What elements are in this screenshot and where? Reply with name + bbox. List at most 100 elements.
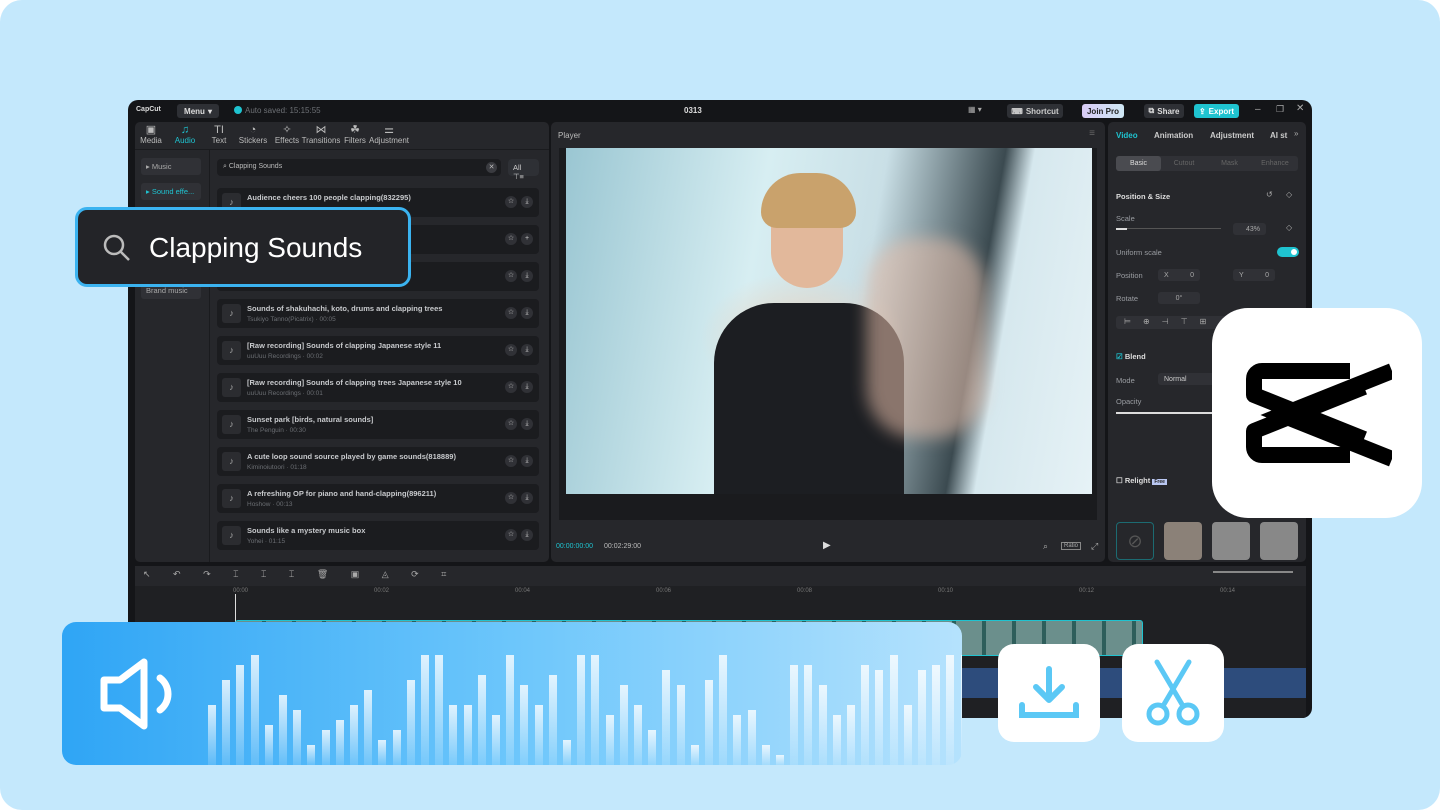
props-tab[interactable]: Video [1116, 131, 1138, 140]
waveform-bar [918, 670, 926, 765]
tab-label: Adjustment [369, 136, 410, 145]
waveform-bar [605, 715, 614, 765]
props-tab[interactable]: AI st [1270, 131, 1287, 140]
opacity-slider[interactable] [1116, 412, 1216, 414]
favorite-icon[interactable]: ☆ [505, 307, 517, 319]
no-relight-option[interactable]: ⊘ [1116, 522, 1154, 560]
favorite-icon[interactable]: ☆ [505, 196, 517, 208]
download-icon[interactable]: ⤓ [521, 455, 533, 467]
chevron-down-icon: ▾ [207, 106, 212, 116]
download-icon[interactable]: ⤓ [521, 529, 533, 541]
scale-slider[interactable] [1116, 228, 1221, 230]
layout-icon[interactable]: ▦ ▾ [968, 105, 982, 114]
sound-item[interactable]: ♪ A refreshing OP for piano and hand-clap… [217, 484, 539, 513]
tab-label: Stickers [238, 136, 268, 145]
fullscreen-icon[interactable]: ⤢ [1091, 541, 1098, 552]
position-label: Position [1116, 271, 1143, 280]
maximize-icon[interactable]: ❐ [1276, 104, 1284, 115]
share-button[interactable]: ⧉ Share [1144, 104, 1184, 118]
subtabs: Basic Cutout Mask Enhance [1116, 156, 1298, 171]
favorite-icon[interactable]: ☆ [505, 381, 517, 393]
favorite-icon[interactable]: ☆ [505, 233, 517, 245]
clear-search-icon[interactable]: ✕ [486, 162, 497, 173]
position-y-field[interactable]: Y0 [1233, 269, 1275, 281]
props-tab[interactable]: Adjustment [1210, 131, 1254, 140]
tab-adjustment[interactable]: ⚌ Adjustment [369, 124, 409, 145]
sound-item[interactable]: ♪ Sunset park [birds, natural sounds] The … [217, 410, 539, 439]
reset-icon[interactable]: ↺ [1266, 190, 1273, 199]
tab-label: Filters [344, 136, 366, 145]
sound-item[interactable]: ♪ Sounds of shakuhachi, koto, drums and c… [217, 299, 539, 328]
music-note-icon: ♪ [222, 415, 241, 434]
relight-checkbox[interactable]: ☐ Relight Free [1116, 476, 1167, 485]
sound-item[interactable]: ♪ A cute loop sound source played by game… [217, 447, 539, 476]
shortcut-button[interactable]: ⌨ Shortcut [1007, 104, 1063, 118]
autosave-status: Auto saved: 15:15:55 [245, 106, 321, 115]
position-size-heading: Position & Size [1116, 192, 1171, 201]
props-tab[interactable]: Animation [1154, 131, 1193, 140]
menu-button[interactable]: Menu ▾ [177, 104, 219, 118]
timeline-zoom-slider[interactable] [1213, 571, 1293, 573]
favorite-icon[interactable]: ☆ [505, 418, 517, 430]
waveform-bar [832, 715, 841, 765]
category-music[interactable]: ▸ Music [141, 158, 201, 175]
subtab[interactable]: Mask [1207, 156, 1252, 171]
export-label: Export [1208, 106, 1235, 116]
play-icon[interactable]: ▶ [823, 540, 831, 551]
close-icon[interactable]: ✕ [1296, 103, 1304, 114]
more-tabs-icon[interactable]: » [1294, 129, 1298, 138]
keyframe-icon[interactable]: ◇ [1286, 190, 1292, 199]
download-icon[interactable]: ⤓ [521, 381, 533, 393]
subtab[interactable]: Enhance [1253, 156, 1298, 171]
music-note-icon: ♪ [222, 526, 241, 545]
search-value: Clapping Sounds [228, 163, 283, 170]
subtab[interactable]: Cutout [1162, 156, 1207, 171]
tab-label: Effects [274, 136, 300, 145]
sound-title: Sounds of shakuhachi, koto, drums and cl… [247, 304, 443, 313]
relight-preset[interactable] [1164, 522, 1202, 560]
relight-preset[interactable] [1212, 522, 1250, 560]
category-sound-effects[interactable]: ▸ Sound effe... [141, 183, 201, 200]
add-icon[interactable]: + [521, 233, 533, 245]
checkbox-checked-icon: ☑ [1116, 352, 1123, 361]
player-menu-icon[interactable]: ≡ [1089, 128, 1095, 139]
minimize-icon[interactable]: – [1255, 104, 1261, 115]
zoom-fit-icon[interactable]: ⌕ [1043, 541, 1048, 552]
sound-item[interactable]: ♪ Sounds like a mystery music box Yohei · … [217, 521, 539, 550]
waveform-bar [534, 705, 543, 765]
relight-preset[interactable] [1260, 522, 1298, 560]
ratio-button[interactable]: Ratio [1061, 542, 1082, 550]
total-time: 00:02:29:00 [604, 543, 641, 550]
player-title: Player [558, 131, 581, 140]
rotate-field[interactable]: 0° [1158, 292, 1200, 304]
keyframe-icon[interactable]: ◇ [1286, 223, 1292, 232]
download-icon[interactable]: ⤓ [521, 270, 533, 282]
download-icon[interactable]: ⤓ [521, 418, 533, 430]
export-button[interactable]: ⇪ Export [1194, 104, 1239, 118]
sound-meta: uuUuu Recordings · 00:01 [247, 390, 323, 397]
video-preview[interactable] [566, 148, 1092, 494]
subtab[interactable]: Basic [1116, 156, 1161, 171]
download-icon[interactable]: ⤓ [521, 344, 533, 356]
download-icon[interactable]: ⤓ [521, 196, 533, 208]
waveform-bar [619, 685, 628, 765]
sound-item[interactable]: ♪ [Raw recording] Sounds of clapping Japa… [217, 336, 539, 365]
sound-item[interactable]: ♪ [Raw recording] Sounds of clapping tree… [217, 373, 539, 402]
timeline-toolbar[interactable]: ↖ ↶ ↷ ⌶ ⌶ ⌶ 🗑 ▣ ◬ ⟳ ⌗ [135, 566, 1306, 586]
download-icon[interactable]: ⤓ [521, 492, 533, 504]
favorite-icon[interactable]: ☆ [505, 270, 517, 282]
favorite-icon[interactable]: ☆ [505, 529, 517, 541]
blurred-hand [866, 238, 986, 438]
favorite-icon[interactable]: ☆ [505, 492, 517, 504]
join-pro-button[interactable]: Join Pro [1082, 104, 1124, 118]
blend-checkbox[interactable]: ☑ Blend [1116, 352, 1146, 361]
uniform-scale-label: Uniform scale [1116, 248, 1162, 257]
filter-button[interactable]: All ⊤≡ [508, 159, 539, 181]
uniform-scale-toggle[interactable] [1277, 247, 1299, 257]
favorite-icon[interactable]: ☆ [505, 344, 517, 356]
position-x-field[interactable]: X0 [1158, 269, 1200, 281]
favorite-icon[interactable]: ☆ [505, 455, 517, 467]
download-icon[interactable]: ⤓ [521, 307, 533, 319]
scale-field[interactable]: 43% [1233, 223, 1266, 235]
search-input[interactable]: ⌕ Clapping Sounds ✕ [217, 159, 501, 176]
